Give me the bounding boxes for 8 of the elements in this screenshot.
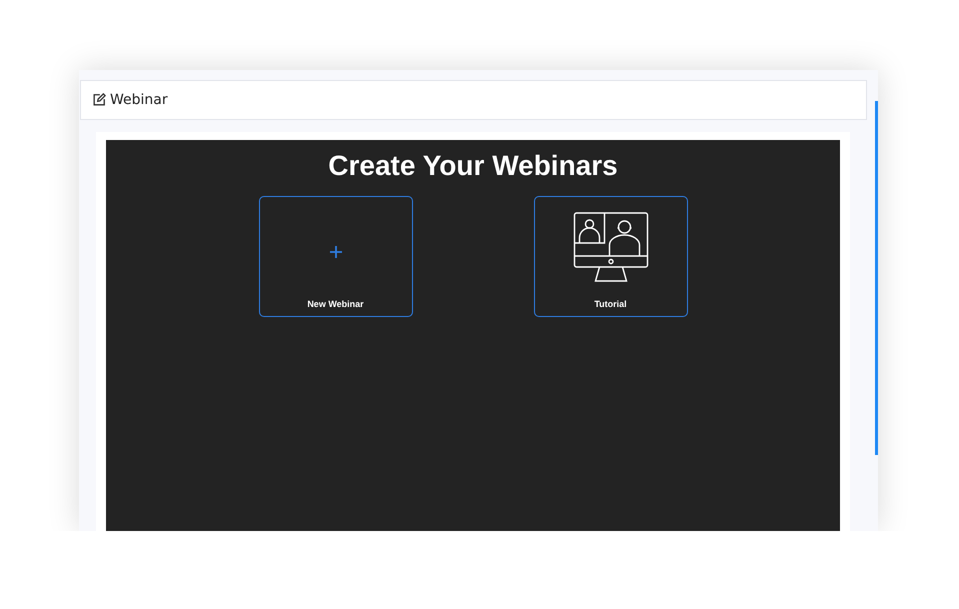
video-call-monitor-icon (573, 212, 648, 282)
page-heading: Create Your Webinars (328, 150, 618, 182)
card-button[interactable]: Tutorial (534, 196, 688, 317)
edit-icon (92, 93, 106, 107)
scrollbar[interactable] (875, 101, 878, 455)
card-button[interactable]: New Webinar (258, 196, 412, 317)
plus-icon (330, 246, 342, 258)
page-title: Webinar (110, 92, 168, 108)
